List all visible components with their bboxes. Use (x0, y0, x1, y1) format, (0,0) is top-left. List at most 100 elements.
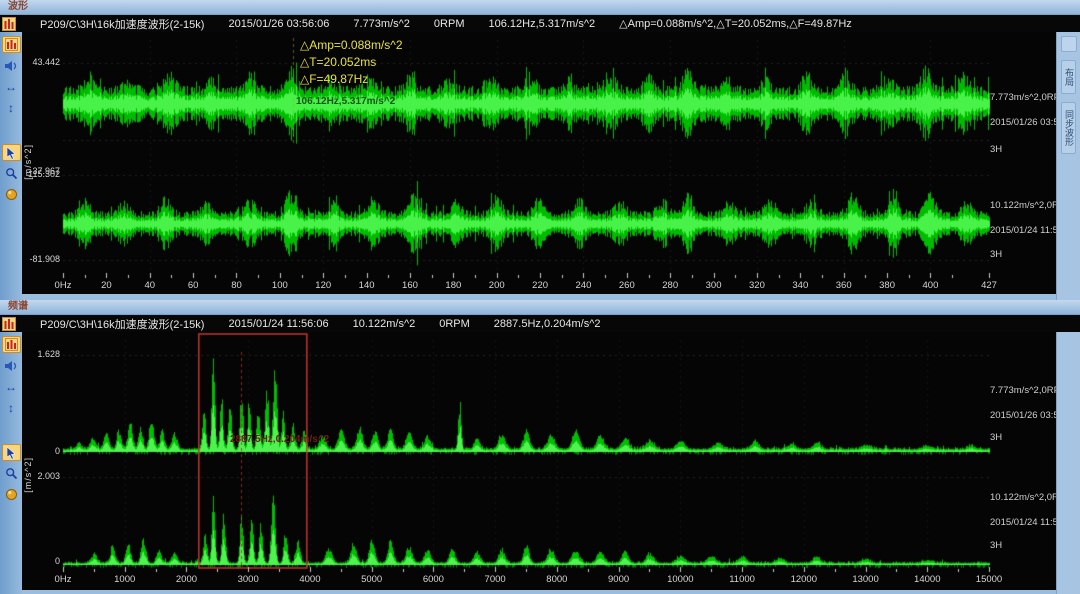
x-tick-label: 400 (923, 280, 939, 291)
cursor-overlay-label: 106.12Hz,5.317m/s^2 (296, 96, 395, 107)
spectrum-list-icon[interactable] (1, 316, 16, 331)
x-tick-label: 200 (489, 280, 505, 291)
trace1-info: 7.773m/s^2,0RPM (990, 92, 1056, 103)
x-tick-label: 15000 (976, 574, 1002, 585)
x-tick-label: 240 (576, 280, 592, 291)
spectrum-canvas (22, 332, 1056, 590)
cursor-overlay-label: 2887.5Hz,0.204m/s^2 (230, 434, 329, 445)
x-tick-label: 100 (272, 280, 288, 291)
trace2-info: 10.122m/s^2,0RPM (990, 200, 1056, 211)
marker-ball-button[interactable] (2, 186, 21, 203)
x-tick-label: 14000 (914, 574, 940, 585)
spectrum-x-axis: 0Hz1000200030004000500060007000800090001… (22, 574, 1056, 586)
waveform-toolbar: ↔ ↕ (0, 32, 22, 300)
x-tick-label: 300 (706, 280, 722, 291)
y-max-trace1: 43.442 (22, 57, 60, 67)
measurement-datetime: 2015/01/26 03:56:06 (228, 18, 329, 30)
cursor-select-button[interactable] (2, 144, 21, 161)
waveform-plot[interactable]: 43.442 -37.967 115.302 -81.908 [m/s^2] △… (22, 32, 1056, 294)
trace1-channel: 3H (990, 432, 1002, 443)
trace2-channel: 3H (990, 249, 1002, 260)
histogram-button[interactable] (2, 336, 21, 353)
x-tick-label: 260 (619, 280, 635, 291)
x-tick-label: 3000 (238, 574, 259, 585)
y-zero-spectrum1: 0 (22, 446, 60, 456)
x-tick-label: 9000 (608, 574, 629, 585)
x-tick-label: 80 (231, 280, 242, 291)
pan-horizontal-button[interactable]: ↔ (2, 78, 21, 95)
x-tick-label: 280 (662, 280, 678, 291)
y-min-trace2: -81.908 (22, 254, 60, 264)
amplitude-value: 10.122m/s^2 (353, 318, 416, 330)
x-tick-label: 340 (792, 280, 808, 291)
x-tick-label: 60 (188, 280, 199, 291)
spectrum-toolbar: ↔ ↕ (0, 332, 22, 594)
waveform-window: 波形 P209/C\3H\16k加速度波形(2-15k) 2015/01/26 … (0, 0, 1080, 300)
waveform-x-axis: 0Hz2040608010012014016018020022024026028… (22, 280, 1056, 292)
right-strip (1056, 332, 1080, 594)
tab-waveform[interactable]: 波形 (0, 0, 36, 14)
cursor-select-button[interactable] (2, 444, 21, 461)
x-tick-label: 10000 (667, 574, 693, 585)
x-tick-label: 120 (315, 280, 331, 291)
waveform-body: ↔ ↕ 43.442 -37.967 115.302 -81.908 [m/s^… (0, 32, 1080, 300)
delta-time: △T=20.052ms (300, 54, 403, 71)
dataset-path: P209/C\3H\16k加速度波形(2-15k) (40, 16, 204, 32)
dataset-path: P209/C\3H\16k加速度波形(2-15k) (40, 316, 204, 332)
x-tick-label: 5000 (361, 574, 382, 585)
cursor-reading: 106.12Hz,5.317m/s^2 (488, 18, 595, 30)
x-tick-label: 4000 (299, 574, 320, 585)
x-tick-label: 6000 (423, 574, 444, 585)
x-tick-label: 2000 (176, 574, 197, 585)
spectrum-plot[interactable]: 1.628 0 2.003 0 [m/s^2] 2887.5Hz,0.204m/… (22, 332, 1056, 590)
x-tick-label: 11000 (729, 574, 755, 585)
panel-corner-button[interactable] (1061, 36, 1077, 52)
speaker-button[interactable] (2, 57, 21, 74)
waveform-list-icon[interactable] (1, 16, 16, 31)
x-tick-label: 0Hz (55, 574, 72, 585)
marker-ball-button[interactable] (2, 486, 21, 503)
x-tick-label: 8000 (546, 574, 567, 585)
x-tick-label: 180 (445, 280, 461, 291)
x-tick-label: 0Hz (55, 280, 72, 291)
right-tab-strip: 布局 同步波形 (1056, 32, 1080, 300)
pan-vertical-button[interactable]: ↕ (2, 399, 21, 416)
pan-vertical-button[interactable]: ↕ (2, 99, 21, 116)
x-tick-label: 20 (101, 280, 112, 291)
sync-waveform-vertical-tab[interactable]: 同步波形 (1061, 102, 1076, 154)
delta-annotation: △Amp=0.088m/s^2 △T=20.052ms △F=49.87Hz (300, 37, 403, 88)
waveform-tabstrip: 波形 (0, 0, 1080, 15)
waveform-canvas (22, 32, 1056, 294)
x-tick-label: 12000 (791, 574, 817, 585)
amplitude-value: 7.773m/s^2 (353, 18, 410, 30)
spectrum-titlebar: P209/C\3H\16k加速度波形(2-15k) 2015/01/24 11:… (0, 315, 1080, 332)
delta-amp: △Amp=0.088m/s^2 (300, 37, 403, 54)
x-tick-label: 140 (359, 280, 375, 291)
zoom-button[interactable] (2, 465, 21, 482)
y-zero-spectrum2: 0 (22, 556, 60, 566)
trace2-channel: 3H (990, 540, 1002, 551)
trace1-date: 2015/01/26 03:56:06 (990, 117, 1056, 128)
layout-vertical-tab[interactable]: 布局 (1061, 60, 1076, 94)
x-tick-label: 320 (749, 280, 765, 291)
y-max-spectrum1: 1.628 (22, 349, 60, 359)
vibration-analysis-app: 波形 P209/C\3H\16k加速度波形(2-15k) 2015/01/26 … (0, 0, 1080, 594)
tab-spectrum[interactable]: 频谱 (0, 300, 36, 314)
x-tick-label: 220 (532, 280, 548, 291)
spectrum-window: 频谱 P209/C\3H\16k加速度波形(2-15k) 2015/01/24 … (0, 300, 1080, 594)
zoom-button[interactable] (2, 165, 21, 182)
delta-readout: △Amp=0.088m/s^2,△T=20.052ms,△F=49.87Hz (619, 17, 852, 30)
x-tick-label: 427 (981, 280, 997, 291)
rpm-value: 0RPM (439, 318, 470, 330)
trace1-date: 2015/01/26 03:56:06 (990, 410, 1056, 421)
x-tick-label: 160 (402, 280, 418, 291)
y-axis-unit: [m/s^2] (23, 457, 33, 493)
pan-horizontal-button[interactable]: ↔ (2, 378, 21, 395)
y-axis-unit: [m/s^2] (23, 144, 33, 180)
trace2-date: 2015/01/24 11:56:06 (990, 517, 1056, 528)
speaker-button[interactable] (2, 357, 21, 374)
spectrum-body: ↔ ↕ 1.628 0 2.003 0 [m/s^2] 2887.5Hz,0.2… (0, 332, 1080, 594)
histogram-button[interactable] (2, 36, 21, 53)
trace1-channel: 3H (990, 144, 1002, 155)
waveform-titlebar: P209/C\3H\16k加速度波形(2-15k) 2015/01/26 03:… (0, 15, 1080, 32)
